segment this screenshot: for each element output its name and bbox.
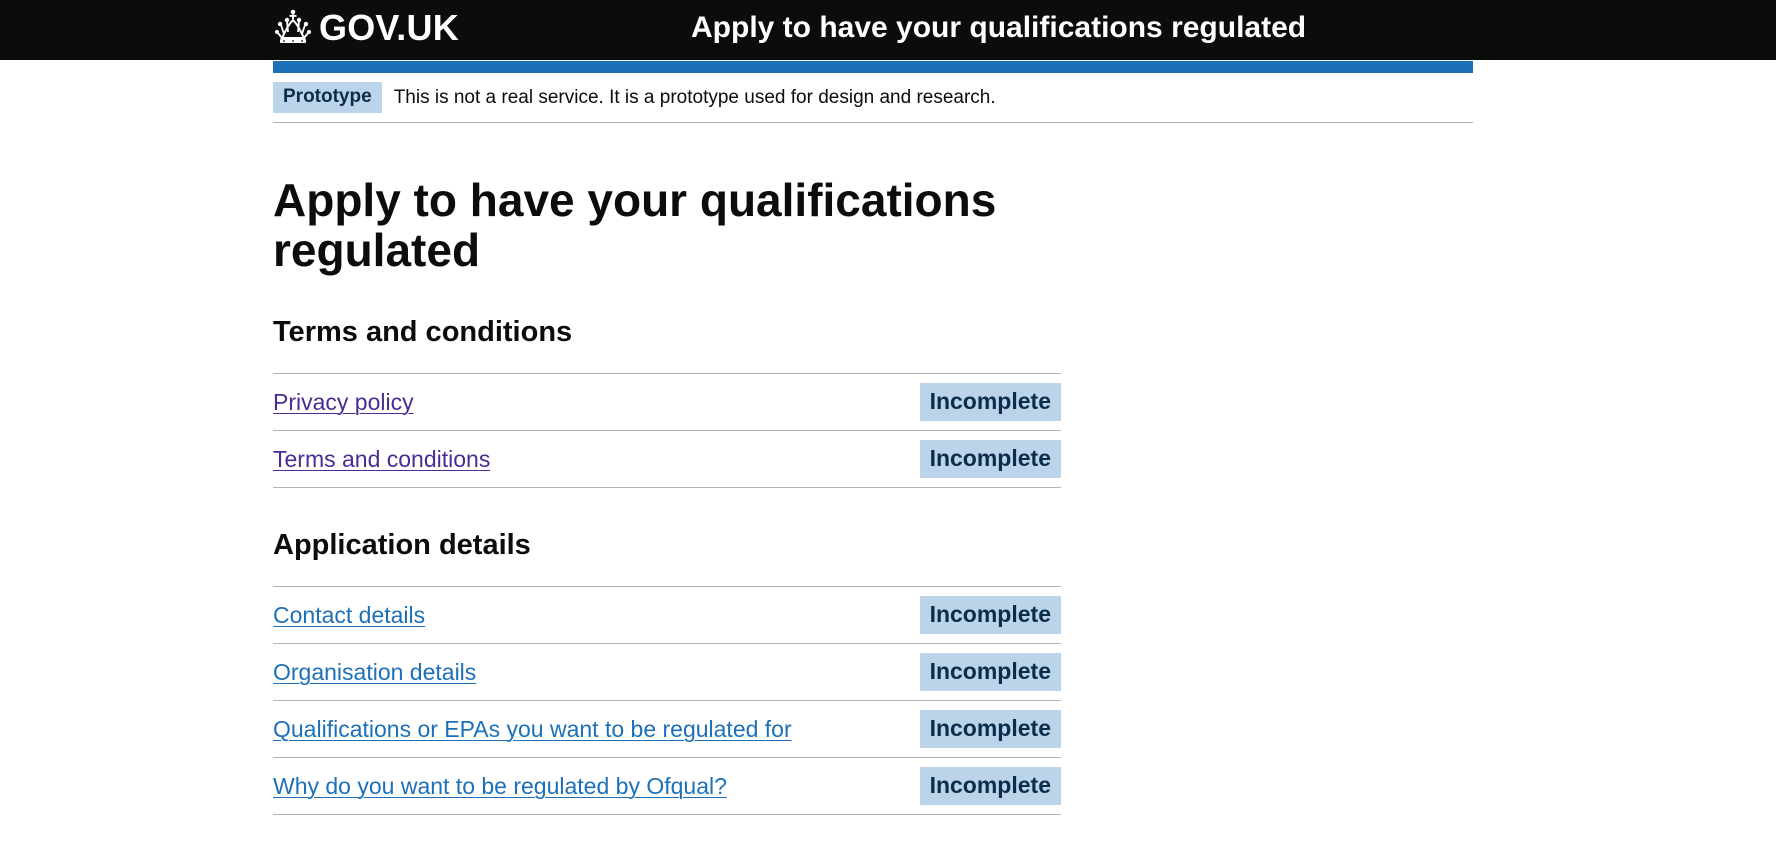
phase-banner: Prototype This is not a real service. It…	[273, 73, 1473, 123]
header-container: GOV.UK Apply to have your qualifications…	[273, 0, 1473, 60]
main-container: Prototype This is not a real service. It…	[273, 61, 1473, 815]
status-tag: Incomplete	[919, 440, 1061, 478]
task-item-organisation-details: Organisation details Incomplete	[273, 644, 1061, 701]
phase-banner-text: This is not a real service. It is a prot…	[393, 86, 996, 108]
task-list-terms: Privacy policy Incomplete Terms and cond…	[273, 373, 1061, 488]
logo-text: GOV.UK	[319, 7, 459, 48]
task-item-privacy-policy: Privacy policy Incomplete	[273, 374, 1061, 431]
status-tag: Incomplete	[919, 383, 1061, 421]
task-item-terms-and-conditions: Terms and conditions Incomplete	[273, 431, 1061, 488]
task-item-why-regulated: Why do you want to be regulated by Ofqua…	[273, 758, 1061, 815]
status-tag: Incomplete	[919, 653, 1061, 691]
task-link-why-regulated[interactable]: Why do you want to be regulated by Ofqua…	[273, 773, 727, 800]
crown-icon	[275, 9, 311, 43]
task-link-organisation-details[interactable]: Organisation details	[273, 659, 476, 686]
status-tag: Incomplete	[919, 710, 1061, 748]
task-item-qualifications: Qualifications or EPAs you want to be re…	[273, 701, 1061, 758]
task-list-application-details: Contact details Incomplete Organisation …	[273, 586, 1061, 815]
phase-tag: Prototype	[273, 82, 382, 113]
status-tag: Incomplete	[919, 596, 1061, 634]
govuk-logo-link[interactable]: GOV.UK	[273, 6, 459, 50]
task-item-contact-details: Contact details Incomplete	[273, 587, 1061, 644]
task-link-privacy-policy[interactable]: Privacy policy	[273, 389, 414, 416]
header-blue-bar	[273, 61, 1473, 73]
task-link-terms-and-conditions[interactable]: Terms and conditions	[273, 446, 490, 473]
task-link-qualifications[interactable]: Qualifications or EPAs you want to be re…	[273, 716, 792, 743]
page-title: Apply to have your qualifications regula…	[273, 174, 997, 276]
service-name-link[interactable]: Apply to have your qualifications regula…	[691, 11, 1306, 45]
section-terms: Terms and conditions Privacy policy Inco…	[273, 315, 1061, 488]
section-application-details: Application details Contact details Inco…	[273, 528, 1061, 815]
section-heading-application-details: Application details	[273, 529, 531, 561]
task-link-contact-details[interactable]: Contact details	[273, 602, 425, 629]
status-tag: Incomplete	[919, 767, 1061, 805]
section-heading-terms: Terms and conditions	[273, 316, 573, 348]
site-header: GOV.UK Apply to have your qualifications…	[0, 0, 1776, 60]
